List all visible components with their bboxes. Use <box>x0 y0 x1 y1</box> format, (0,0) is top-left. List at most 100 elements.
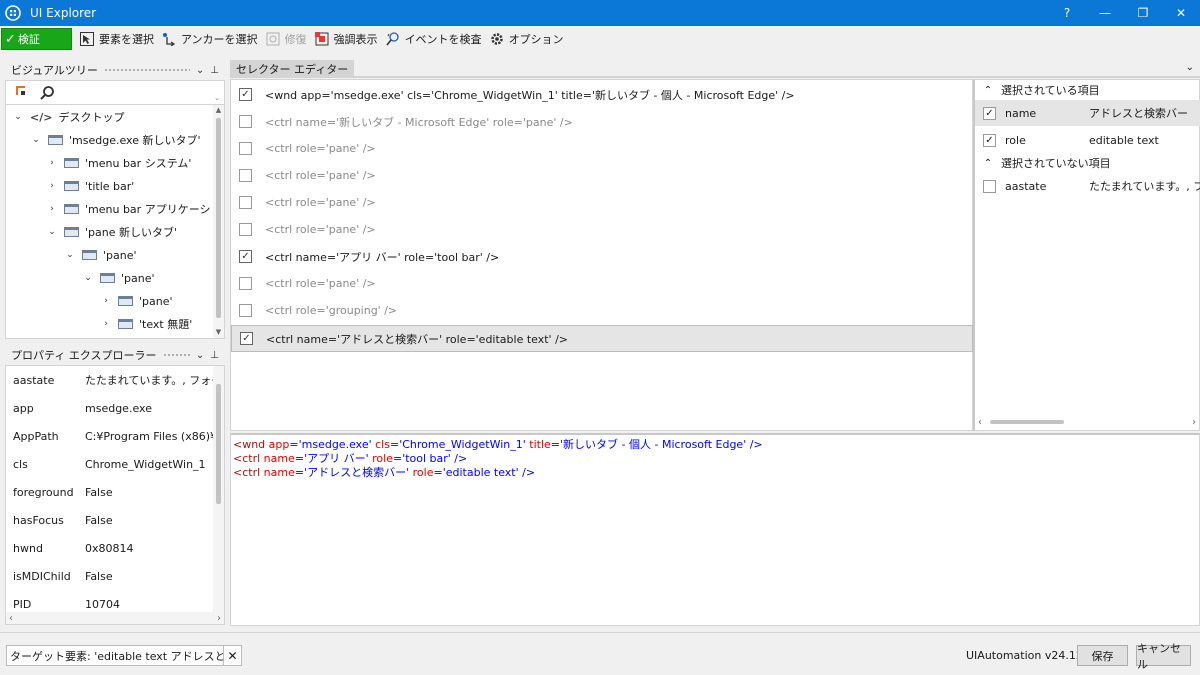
selector-row[interactable]: <ctrl role='pane' /> <box>231 189 973 216</box>
chevron-up-icon[interactable]: ⌃ <box>975 85 1001 96</box>
selector-checkbox[interactable] <box>239 277 252 290</box>
attribute-row[interactable]: aastate たたまれています。, フォーカス <box>975 173 1200 199</box>
chevron-down-icon[interactable]: ⌄ <box>196 350 204 361</box>
expand-caret-icon[interactable]: ⌄ <box>82 273 94 283</box>
tree-node-menu-bar-system[interactable]: › 'menu bar システム' <box>46 152 191 174</box>
selector-row[interactable]: <ctrl name='新しいタブ - Microsoft Edge' role… <box>231 108 973 135</box>
chevron-down-icon[interactable]: ⌄ <box>1186 62 1194 73</box>
selector-row[interactable]: <ctrl role='pane' /> <box>231 270 973 297</box>
selector-checkbox[interactable] <box>239 169 252 182</box>
selector-checkbox[interactable] <box>239 115 252 128</box>
visual-tree-scrollbar[interactable]: ▲ ▼ <box>213 105 224 338</box>
property-name: isMDIChild <box>13 569 71 583</box>
selector-checkbox[interactable]: ✓ <box>239 88 252 101</box>
scroll-right-icon[interactable]: › <box>217 613 221 624</box>
attribute-row[interactable]: ✓ name アドレスと検索バー <box>975 100 1200 126</box>
expand-caret-icon[interactable]: › <box>100 319 112 329</box>
selected-items-header[interactable]: ⌃ 選択されている項目 <box>975 80 1200 100</box>
property-row[interactable]: AppPath C:¥Program Files (x86)¥M <box>6 422 214 450</box>
selector-code-view[interactable]: <wnd app='msedge.exe' cls='Chrome_Widget… <box>230 433 1200 626</box>
selector-checkbox[interactable] <box>239 223 252 236</box>
clear-target-button[interactable]: ✕ <box>223 646 241 665</box>
selector-row[interactable]: ✓ <ctrl name='アプリ バー' role='tool bar' /> <box>231 243 973 270</box>
validate-button[interactable]: ✓ 検証 <box>1 28 72 50</box>
scroll-thumb[interactable] <box>990 420 1064 424</box>
select-element-button[interactable]: 要素を選択 <box>79 28 154 50</box>
options-button[interactable]: オプション <box>489 28 564 50</box>
property-hscrollbar[interactable]: ‹ › <box>6 612 224 624</box>
selector-row[interactable]: <ctrl role='pane' /> <box>231 162 973 189</box>
property-row[interactable]: isMDIChild False <box>6 562 214 590</box>
expand-caret-icon[interactable]: › <box>100 296 112 306</box>
scroll-left-icon[interactable]: ‹ <box>978 417 982 428</box>
property-row[interactable]: hwnd 0x80814 <box>6 534 214 562</box>
tree-node-pane[interactable]: ⌄ 'pane' <box>82 267 154 289</box>
collapse-icon[interactable]: ⌄ <box>214 94 220 102</box>
selector-checkbox[interactable] <box>239 142 252 155</box>
tree-node-pane[interactable]: ⌄ 'pane' <box>64 244 136 266</box>
scroll-left-icon[interactable]: ‹ <box>9 613 13 624</box>
expand-caret-icon[interactable]: › <box>46 204 58 214</box>
tree-node-msedge[interactable]: ⌄ 'msedge.exe 新しいタブ' <box>30 129 200 151</box>
property-scrollbar[interactable] <box>213 366 224 612</box>
property-row[interactable]: app msedge.exe <box>6 394 214 422</box>
search-icon[interactable] <box>38 84 56 102</box>
pin-icon[interactable]: ⊥ <box>210 350 219 361</box>
chevron-up-icon[interactable]: ⌃ <box>975 158 1001 169</box>
selector-checkbox[interactable]: ✓ <box>239 250 252 263</box>
selector-row[interactable]: <ctrl role='grouping' /> <box>231 297 973 324</box>
scroll-right-icon[interactable]: › <box>1192 417 1196 428</box>
inspect-event-button[interactable]: イベントを検査 <box>385 28 482 50</box>
selector-row[interactable]: <ctrl role='pane' /> <box>231 135 973 162</box>
refresh-tree-icon[interactable] <box>14 84 32 102</box>
tree-node-pane-newtab[interactable]: ⌄ 'pane 新しいタブ' <box>46 221 177 243</box>
help-button[interactable]: ? <box>1048 0 1086 26</box>
selector-checkbox[interactable] <box>239 196 252 209</box>
selector-row[interactable]: <ctrl role='pane' /> <box>231 216 973 243</box>
visual-tree-tools: ⌄ <box>5 80 225 104</box>
scroll-thumb[interactable] <box>216 384 221 504</box>
status-bar: ターゲット要素: 'editable text アドレスと検索バー' ✕ UIA… <box>0 632 1200 675</box>
selector-row-selected[interactable]: ✓ <ctrl name='アドレスと検索バー' role='editable … <box>231 325 973 352</box>
tree-node-title-bar[interactable]: › 'title bar' <box>46 175 134 197</box>
save-button[interactable]: 保存 <box>1077 645 1128 666</box>
pin-icon[interactable]: ⊥ <box>210 65 219 76</box>
minimize-button[interactable]: — <box>1086 0 1124 26</box>
property-row[interactable]: aastate たたまれています。, フォーカス <box>6 366 214 394</box>
code-line: <ctrl name='アドレスと検索バー' role='editable te… <box>233 466 1197 480</box>
scroll-thumb[interactable] <box>216 118 221 318</box>
property-row[interactable]: cls Chrome_WidgetWin_1 <box>6 450 214 478</box>
scroll-up-icon[interactable]: ▲ <box>213 105 224 116</box>
maximize-button[interactable]: ❐ <box>1124 0 1162 26</box>
attribute-hscrollbar[interactable]: ‹ › <box>975 416 1199 428</box>
property-row[interactable]: hasFocus False <box>6 506 214 534</box>
attribute-checkbox[interactable]: ✓ <box>983 106 996 120</box>
attribute-row[interactable]: ✓ role editable text <box>975 127 1200 153</box>
expand-caret-icon[interactable]: › <box>46 181 58 191</box>
repair-button[interactable]: 修復 <box>265 28 307 50</box>
expand-caret-icon[interactable]: ⌄ <box>64 250 76 260</box>
tree-node-pane[interactable]: › 'pane' <box>100 290 172 312</box>
close-button[interactable]: ✕ <box>1162 0 1200 26</box>
selector-checkbox[interactable] <box>239 304 252 317</box>
property-value: 0x80814 <box>85 541 134 555</box>
expand-caret-icon[interactable]: › <box>46 158 58 168</box>
expand-caret-icon[interactable]: ⌄ <box>12 112 24 122</box>
property-row[interactable]: foreground False <box>6 478 214 506</box>
tree-node-menu-bar-app[interactable]: › 'menu bar アプリケーション' <box>46 198 224 220</box>
expand-caret-icon[interactable]: ⌄ <box>30 135 42 145</box>
select-anchor-button[interactable]: アンカーを選択 <box>161 28 258 50</box>
cancel-button[interactable]: キャンセル <box>1136 642 1191 671</box>
attribute-checkbox[interactable] <box>983 179 996 193</box>
scroll-down-icon[interactable]: ▼ <box>213 327 224 338</box>
chevron-down-icon[interactable]: ⌄ <box>196 65 204 76</box>
unselected-items-header[interactable]: ⌃ 選択されていない項目 <box>975 153 1200 173</box>
attribute-checkbox[interactable]: ✓ <box>983 133 996 147</box>
property-value: Chrome_WidgetWin_1 <box>85 457 206 471</box>
selector-checkbox[interactable]: ✓ <box>240 332 253 345</box>
expand-caret-icon[interactable]: ⌄ <box>46 227 58 237</box>
highlight-button[interactable]: 強調表示 <box>314 28 378 50</box>
selector-row[interactable]: ✓ <wnd app='msedge.exe' cls='Chrome_Widg… <box>231 81 973 108</box>
tree-node-desktop[interactable]: ⌄ </> デスクトップ <box>12 106 124 128</box>
tree-node-text-untitled[interactable]: › 'text 無題' <box>100 313 192 335</box>
